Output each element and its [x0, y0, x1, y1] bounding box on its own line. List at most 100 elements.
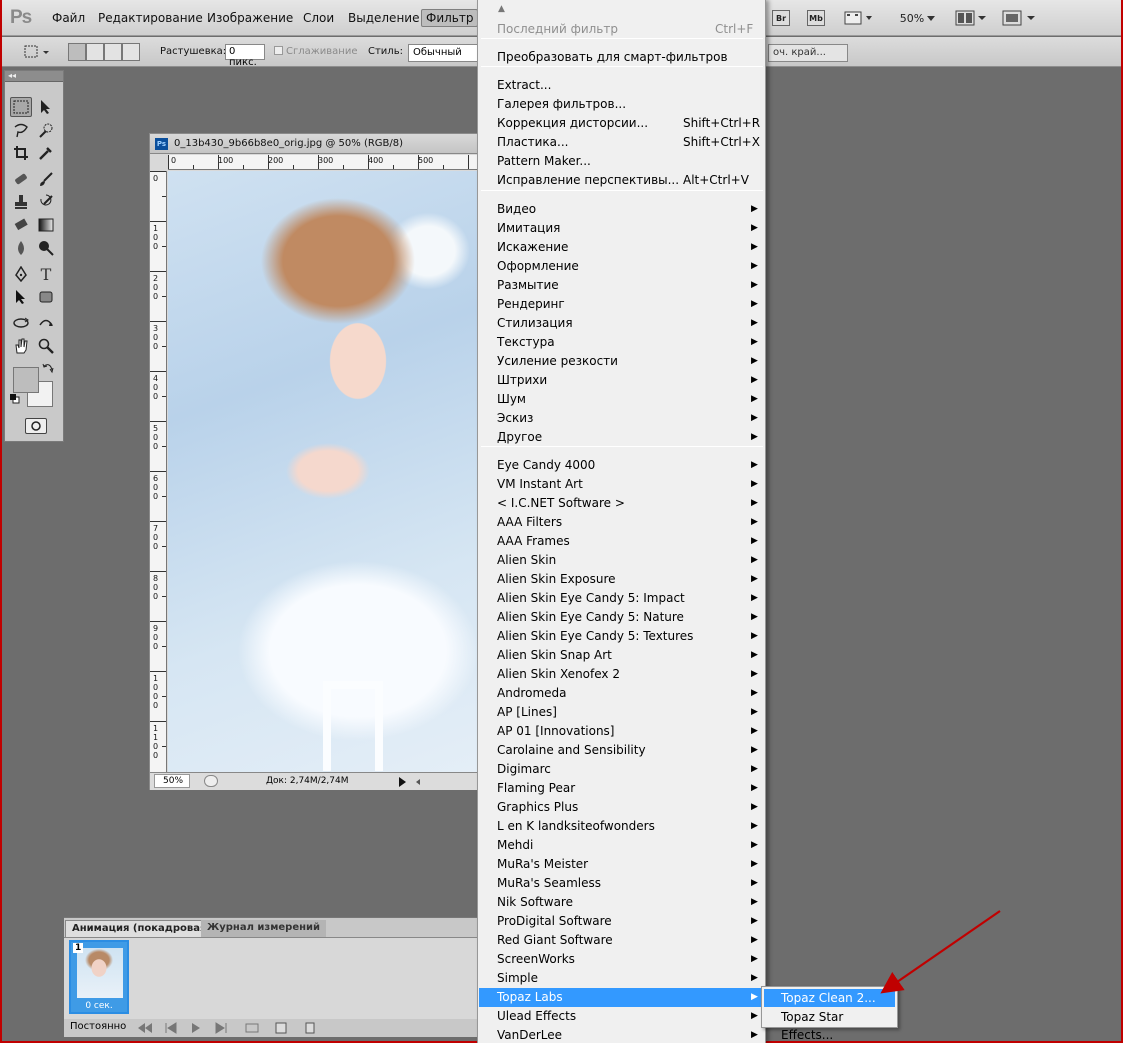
status-info-icon[interactable] — [204, 775, 218, 787]
type-tool[interactable]: T — [35, 264, 57, 284]
quick-select-tool[interactable] — [35, 120, 57, 140]
filter-menu-item[interactable]: Шум ▶ — [479, 390, 765, 409]
spot-healing-tool[interactable] — [10, 169, 32, 189]
pen-tool[interactable] — [10, 264, 32, 284]
filter-menu-item[interactable]: < I.C.NET Software > ▶ — [479, 494, 765, 513]
filter-menu-item[interactable]: Alien Skin Eye Candy 5: Textures ▶ — [479, 627, 765, 646]
topaz-submenu-item[interactable]: Topaz Star Effects... — [764, 1008, 895, 1042]
shape-tool[interactable] — [35, 287, 57, 307]
vertical-ruler[interactable]: 0 1 0 0 2 0 0 3 0 0 4 0 0 5 0 0 6 0 0 7 … — [150, 171, 167, 773]
blur-tool[interactable] — [10, 238, 32, 258]
filter-menu-item[interactable]: VM Instant Art ▶ — [479, 475, 765, 494]
gradient-tool[interactable] — [35, 215, 57, 235]
filter-menu-item[interactable]: Видео ▶ — [479, 200, 765, 219]
menu-layers[interactable]: Слои — [299, 10, 338, 26]
swap-colors-button[interactable] — [41, 361, 55, 375]
filter-menu-item[interactable]: Alien Skin Exposure ▶ — [479, 570, 765, 589]
filter-menu-item[interactable]: Carolaine and Sensibility ▶ — [479, 741, 765, 760]
filter-menu-item[interactable]: Alien Skin Snap Art ▶ — [479, 646, 765, 665]
lasso-tool[interactable] — [10, 120, 32, 140]
clone-stamp-tool[interactable] — [10, 192, 32, 212]
zoom-tool[interactable] — [35, 336, 57, 356]
3d-rotate-tool[interactable] — [10, 313, 32, 333]
path-select-tool[interactable] — [10, 287, 32, 307]
marquee-preset-picker[interactable] — [22, 43, 50, 61]
menu-file[interactable]: Файл — [48, 10, 89, 26]
filter-menu-item[interactable]: Коррекция дисторсии... Shift+Ctrl+R — [479, 114, 765, 133]
scroll-left-arrow-icon[interactable] — [412, 775, 424, 789]
filter-menu-item[interactable]: Оформление ▶ — [479, 257, 765, 276]
default-colors-button[interactable] — [9, 393, 21, 405]
filter-menu-item[interactable]: Alien Skin Eye Candy 5: Nature ▶ — [479, 608, 765, 627]
brush-tool[interactable] — [35, 169, 57, 189]
crop-tool[interactable] — [10, 143, 32, 163]
filter-menu-item[interactable]: Эскиз ▶ — [479, 409, 765, 428]
filter-menu-item[interactable]: Red Giant Software ▶ — [479, 931, 765, 950]
filter-menu-item[interactable]: L en K landksiteofwonders ▶ — [479, 817, 765, 836]
quick-mask-button[interactable] — [25, 418, 47, 434]
filter-menu-item[interactable]: Последний фильтр Ctrl+F — [479, 20, 765, 39]
subtract-from-selection-icon[interactable] — [104, 43, 122, 61]
style-dropdown[interactable]: Обычный — [408, 44, 480, 62]
filter-menu-item[interactable]: Pattern Maker... — [479, 152, 765, 171]
filter-menu-item[interactable]: Размытие ▶ — [479, 276, 765, 295]
antialias-checkbox[interactable]: Сглаживание — [274, 46, 357, 57]
new-selection-icon[interactable] — [68, 43, 86, 61]
filter-menu-item[interactable]: MuRa's Meister ▶ — [479, 855, 765, 874]
filter-menu-item[interactable]: Преобразовать для смарт-фильтров — [479, 48, 765, 67]
filter-menu-item[interactable]: Alien Skin Xenofex 2 ▶ — [479, 665, 765, 684]
doc-zoom-field[interactable]: 50% — [154, 774, 190, 788]
menu-image[interactable]: Изображение — [203, 10, 297, 26]
topaz-submenu-item[interactable]: Topaz Clean 2... — [764, 989, 895, 1007]
filter-menu-item[interactable]: AAA Filters ▶ — [479, 513, 765, 532]
zoom-level-dropdown[interactable]: 50% — [895, 9, 943, 27]
arrange-documents-button[interactable] — [955, 9, 989, 27]
tab-animation[interactable]: Анимация (покадровая) — [65, 920, 218, 937]
loop-options-dropdown[interactable]: Постоянно — [70, 1021, 126, 1032]
filter-menu-item[interactable]: AP [Lines] ▶ — [479, 703, 765, 722]
tools-panel-header[interactable]: ◂◂ — [5, 71, 63, 82]
document-titlebar[interactable]: Ps 0_13b430_9b66b8e0_orig.jpg @ 50% (RGB… — [150, 134, 478, 154]
rect-marquee-tool[interactable] — [10, 97, 32, 117]
eyedropper-tool[interactable] — [35, 143, 57, 163]
filter-menu-item[interactable]: Topaz Labs ▶ — [479, 988, 765, 1007]
3d-orbit-tool[interactable] — [35, 313, 57, 333]
filter-menu-item[interactable]: Digimarc ▶ — [479, 760, 765, 779]
mini-bridge-button[interactable]: Mb — [807, 9, 825, 27]
menu-scroll-up-icon[interactable]: ▲ — [498, 4, 505, 14]
filter-menu-item[interactable]: Исправление перспективы... Alt+Ctrl+V — [479, 171, 765, 190]
filter-menu-item[interactable]: Усиление резкости ▶ — [479, 352, 765, 371]
history-brush-tool[interactable] — [35, 192, 57, 212]
dodge-tool[interactable] — [35, 238, 57, 258]
animation-frame[interactable]: 1 0 сек. — [69, 940, 129, 1014]
tab-measurement-log[interactable]: Журнал измерений — [201, 920, 327, 937]
move-tool[interactable] — [35, 97, 57, 117]
horizontal-ruler[interactable]: 0 100 200 300 400 500 — [168, 155, 480, 170]
filter-menu-item[interactable]: MuRa's Seamless ▶ — [479, 874, 765, 893]
filter-menu-item[interactable]: Alien Skin ▶ — [479, 551, 765, 570]
filter-menu-item[interactable]: Имитация ▶ — [479, 219, 765, 238]
filter-menu-item[interactable]: Галерея фильтров... — [479, 95, 765, 114]
filter-menu-item[interactable]: AAA Frames ▶ — [479, 532, 765, 551]
menu-select[interactable]: Выделение — [344, 10, 423, 26]
filter-menu-item[interactable]: Nik Software ▶ — [479, 893, 765, 912]
filter-menu-item[interactable]: Рендеринг ▶ — [479, 295, 765, 314]
filter-menu-item[interactable]: Mehdi ▶ — [479, 836, 765, 855]
filter-menu-item[interactable]: Eye Candy 4000 ▶ — [479, 456, 765, 475]
feather-input[interactable]: 0 пикс. — [225, 44, 265, 68]
filter-menu-item[interactable]: Simple ▶ — [479, 969, 765, 988]
filter-menu-item[interactable]: Alien Skin Eye Candy 5: Impact ▶ — [479, 589, 765, 608]
foreground-color-swatch[interactable] — [13, 367, 39, 393]
filter-menu-item[interactable]: Другое ▶ — [479, 428, 765, 447]
filter-menu-item[interactable]: Штрихи ▶ — [479, 371, 765, 390]
filter-menu-item[interactable]: Flaming Pear ▶ — [479, 779, 765, 798]
eraser-tool[interactable] — [10, 215, 32, 235]
image-canvas[interactable] — [168, 171, 480, 772]
add-to-selection-icon[interactable] — [86, 43, 104, 61]
filter-menu-item[interactable]: VanDerLee ▶ — [479, 1026, 765, 1043]
filter-menu-item[interactable]: Andromeda ▶ — [479, 684, 765, 703]
hand-tool[interactable] — [10, 336, 32, 356]
frame-delay[interactable]: 0 сек. — [71, 1001, 127, 1011]
status-menu-arrow-icon[interactable] — [396, 775, 408, 789]
bridge-button[interactable]: Br — [772, 9, 790, 27]
